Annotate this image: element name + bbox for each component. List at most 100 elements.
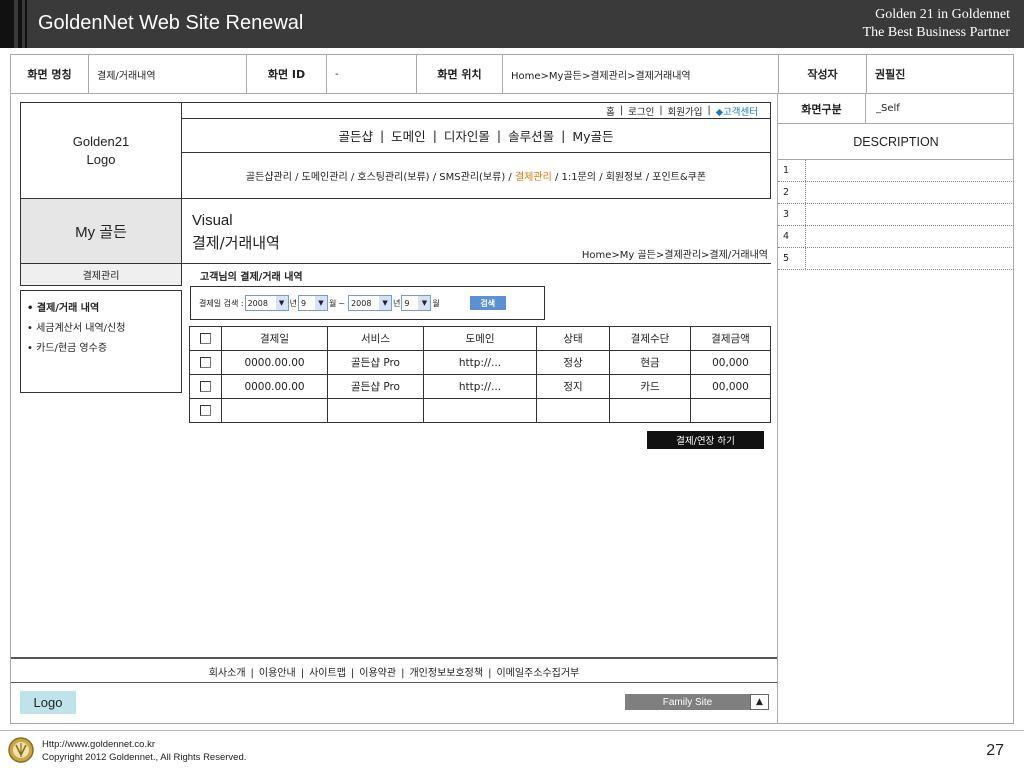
footer-logo[interactable]: Logo	[20, 691, 76, 714]
chevron-up-icon[interactable]: ▲	[750, 694, 769, 710]
site-logo-placeholder[interactable]: Golden21 Logo	[20, 102, 182, 199]
lnb-category[interactable]: 결제관리	[20, 264, 182, 286]
site-url[interactable]: Http://www.goldennet.co.kr	[42, 738, 246, 751]
table-header-row: 결제일 서비스 도메인 상태 결제수단 결제금액	[189, 326, 771, 351]
cell-domain[interactable]: http://...	[423, 374, 537, 399]
banner-title: GoldenNet Web Site Renewal	[38, 12, 304, 34]
footer-link-terms[interactable]: 이용약관	[359, 668, 396, 679]
utility-nav: 홈 | 로그인 | 회원가입 | ◆고객센터	[181, 102, 771, 119]
sub-nav-item-payment-active[interactable]: 결제관리	[515, 168, 552, 183]
screen-id-value: -	[327, 55, 417, 93]
lnb-item-payment-history[interactable]: • 결제/거래 내역	[27, 299, 175, 319]
screen-type-label: 화면구분	[778, 94, 866, 124]
footer-link-guide[interactable]: 이용안내	[259, 668, 296, 679]
gnb-item-solution-mall[interactable]: 솔루션몰	[508, 126, 554, 145]
row-checkbox[interactable]	[200, 405, 211, 416]
lnb-title: My 골든	[20, 199, 182, 264]
table-row[interactable]: 0000.00.00 골든샵 Pro http://... 정지 카드 00,0…	[189, 374, 771, 399]
screen-name-label: 화면 명칭	[11, 55, 89, 93]
footer-link-sitemap[interactable]: 사이트맵	[309, 668, 346, 679]
cell-amount: 00,000	[690, 374, 771, 399]
screen-location-label: 화면 위치	[417, 55, 503, 93]
chevron-down-icon: ▼	[418, 296, 431, 310]
gnb-separator: |	[561, 127, 566, 143]
col-header-amount: 결제금액	[690, 326, 771, 351]
cell-domain[interactable]: http://...	[423, 350, 537, 375]
footer-divider	[11, 657, 777, 659]
lnb-item-receipt[interactable]: • 카드/현금 영수증	[27, 339, 175, 359]
table-row[interactable]	[189, 398, 771, 423]
logo-line2: Logo	[86, 151, 116, 167]
payment-history-table: 결제일 서비스 도메인 상태 결제수단 결제금액 0000.00.00 골든샵 …	[189, 326, 771, 423]
page-number: 27	[986, 742, 1004, 759]
chevron-down-icon: ▼	[379, 296, 392, 310]
screen-name-value: 결제/거래내역	[89, 55, 247, 93]
from-year-select[interactable]: 2008 ▼	[244, 295, 289, 311]
row-checkbox[interactable]	[200, 357, 211, 368]
cell-date: 0000.00.00	[221, 350, 328, 375]
banner-tagline-line2: The Best Business Partner	[862, 25, 1010, 40]
cell-amount: 00,000	[690, 350, 771, 375]
logo-line1: Golden21	[72, 133, 130, 149]
author-value: 권필진	[875, 68, 906, 81]
cell-status	[536, 398, 610, 423]
util-separator: |	[707, 105, 711, 116]
select-all-checkbox[interactable]	[200, 333, 211, 344]
search-label: 결제일 검색 :	[199, 298, 244, 308]
global-nav: 골든샵 | 도메인 | 디자인몰 | 솔루션몰 | My골든	[181, 118, 771, 153]
col-header-service: 서비스	[327, 326, 424, 351]
description-row: 4	[778, 226, 1014, 248]
gnb-item-domain[interactable]: 도메인	[391, 126, 426, 145]
page-title: 결제/거래내역	[192, 234, 280, 252]
search-button[interactable]: 검색	[469, 296, 506, 310]
footer-link-email-refusal[interactable]: 이메일주소수집거부	[496, 668, 579, 679]
lnb-item-tax-invoice[interactable]: • 세금계산서 내역/신청	[27, 319, 175, 339]
util-home-link[interactable]: 홈	[606, 104, 615, 118]
row-checkbox[interactable]	[200, 381, 211, 392]
visual-title: Visual	[192, 212, 233, 229]
banner-stripe	[25, 0, 27, 48]
goldennet-emblem-icon	[8, 737, 34, 763]
cell-service	[327, 398, 424, 423]
footer-link-company[interactable]: 회사소개	[209, 668, 246, 679]
copyright-block: Http://www.goldennet.co.kr Copyright 201…	[42, 738, 246, 764]
row-check-cell	[189, 350, 222, 375]
gnb-item-design-mall[interactable]: 디자인몰	[444, 126, 490, 145]
cell-date	[221, 398, 328, 423]
breadcrumb: Home>My 골든>결제관리>결제/거래내역	[581, 250, 768, 261]
from-month-select[interactable]: 9 ▼	[297, 295, 328, 311]
util-login-link[interactable]: 로그인	[628, 104, 654, 118]
description-row: 1	[778, 160, 1014, 182]
section-title: 고객님의 결제/거래 내역	[200, 272, 303, 283]
sub-nav-items-after[interactable]: / 1:1문의 / 회원정보 / 포인트&쿠폰	[555, 168, 706, 183]
util-customer-center-link[interactable]: ◆고객센터	[716, 104, 758, 118]
gnb-item-my-golden[interactable]: My골든	[572, 126, 613, 145]
payment-renew-button[interactable]: 결제/연장 하기	[647, 431, 764, 449]
year-unit: 년	[289, 298, 297, 308]
date-search-form: 결제일 검색 : 2008 ▼ 년 9 ▼ 월 ~ 2008 ▼ 년 9 ▼ 월 검색	[190, 286, 545, 320]
copyright-text: Copyright 2012 Goldennet., All Rights Re…	[42, 752, 247, 763]
to-year-select[interactable]: 2008 ▼	[348, 295, 393, 311]
screen-type-value: _Self	[866, 94, 1014, 124]
sub-nav: 골든샵관리 / 도메인관리 / 호스팅관리(보류) / SMS관리(보류) / …	[181, 153, 771, 199]
cell-domain	[423, 398, 537, 423]
family-site-label: Family Site	[625, 694, 750, 710]
description-row: 3	[778, 204, 1014, 226]
family-site-select[interactable]: Family Site ▲	[625, 694, 769, 710]
footer-link-privacy[interactable]: 개인정보보호정책	[409, 668, 483, 679]
from-year-value: 2008	[247, 298, 268, 308]
cell-amount	[690, 398, 771, 423]
to-month-value: 9	[404, 298, 410, 308]
cell-method	[609, 398, 691, 423]
banner-stripe	[0, 0, 14, 48]
gnb-separator: |	[496, 127, 502, 143]
screen-id-label: 화면 ID	[247, 55, 327, 93]
banner-tagline: Golden 21 in Goldennet The Best Business…	[863, 6, 1010, 42]
sub-nav-items-before[interactable]: 골든샵관리 / 도메인관리 / 호스팅관리(보류) / SMS관리(보류) /	[246, 168, 512, 183]
to-month-select[interactable]: 9 ▼	[401, 295, 432, 311]
cell-method: 현금	[609, 350, 691, 375]
table-row[interactable]: 0000.00.00 골든샵 Pro http://... 정상 현금 00,0…	[189, 350, 771, 375]
description-row-number: 1	[778, 160, 806, 181]
util-join-link[interactable]: 회원가입	[668, 104, 703, 118]
gnb-item-golden-shop[interactable]: 골든샵	[338, 126, 373, 145]
